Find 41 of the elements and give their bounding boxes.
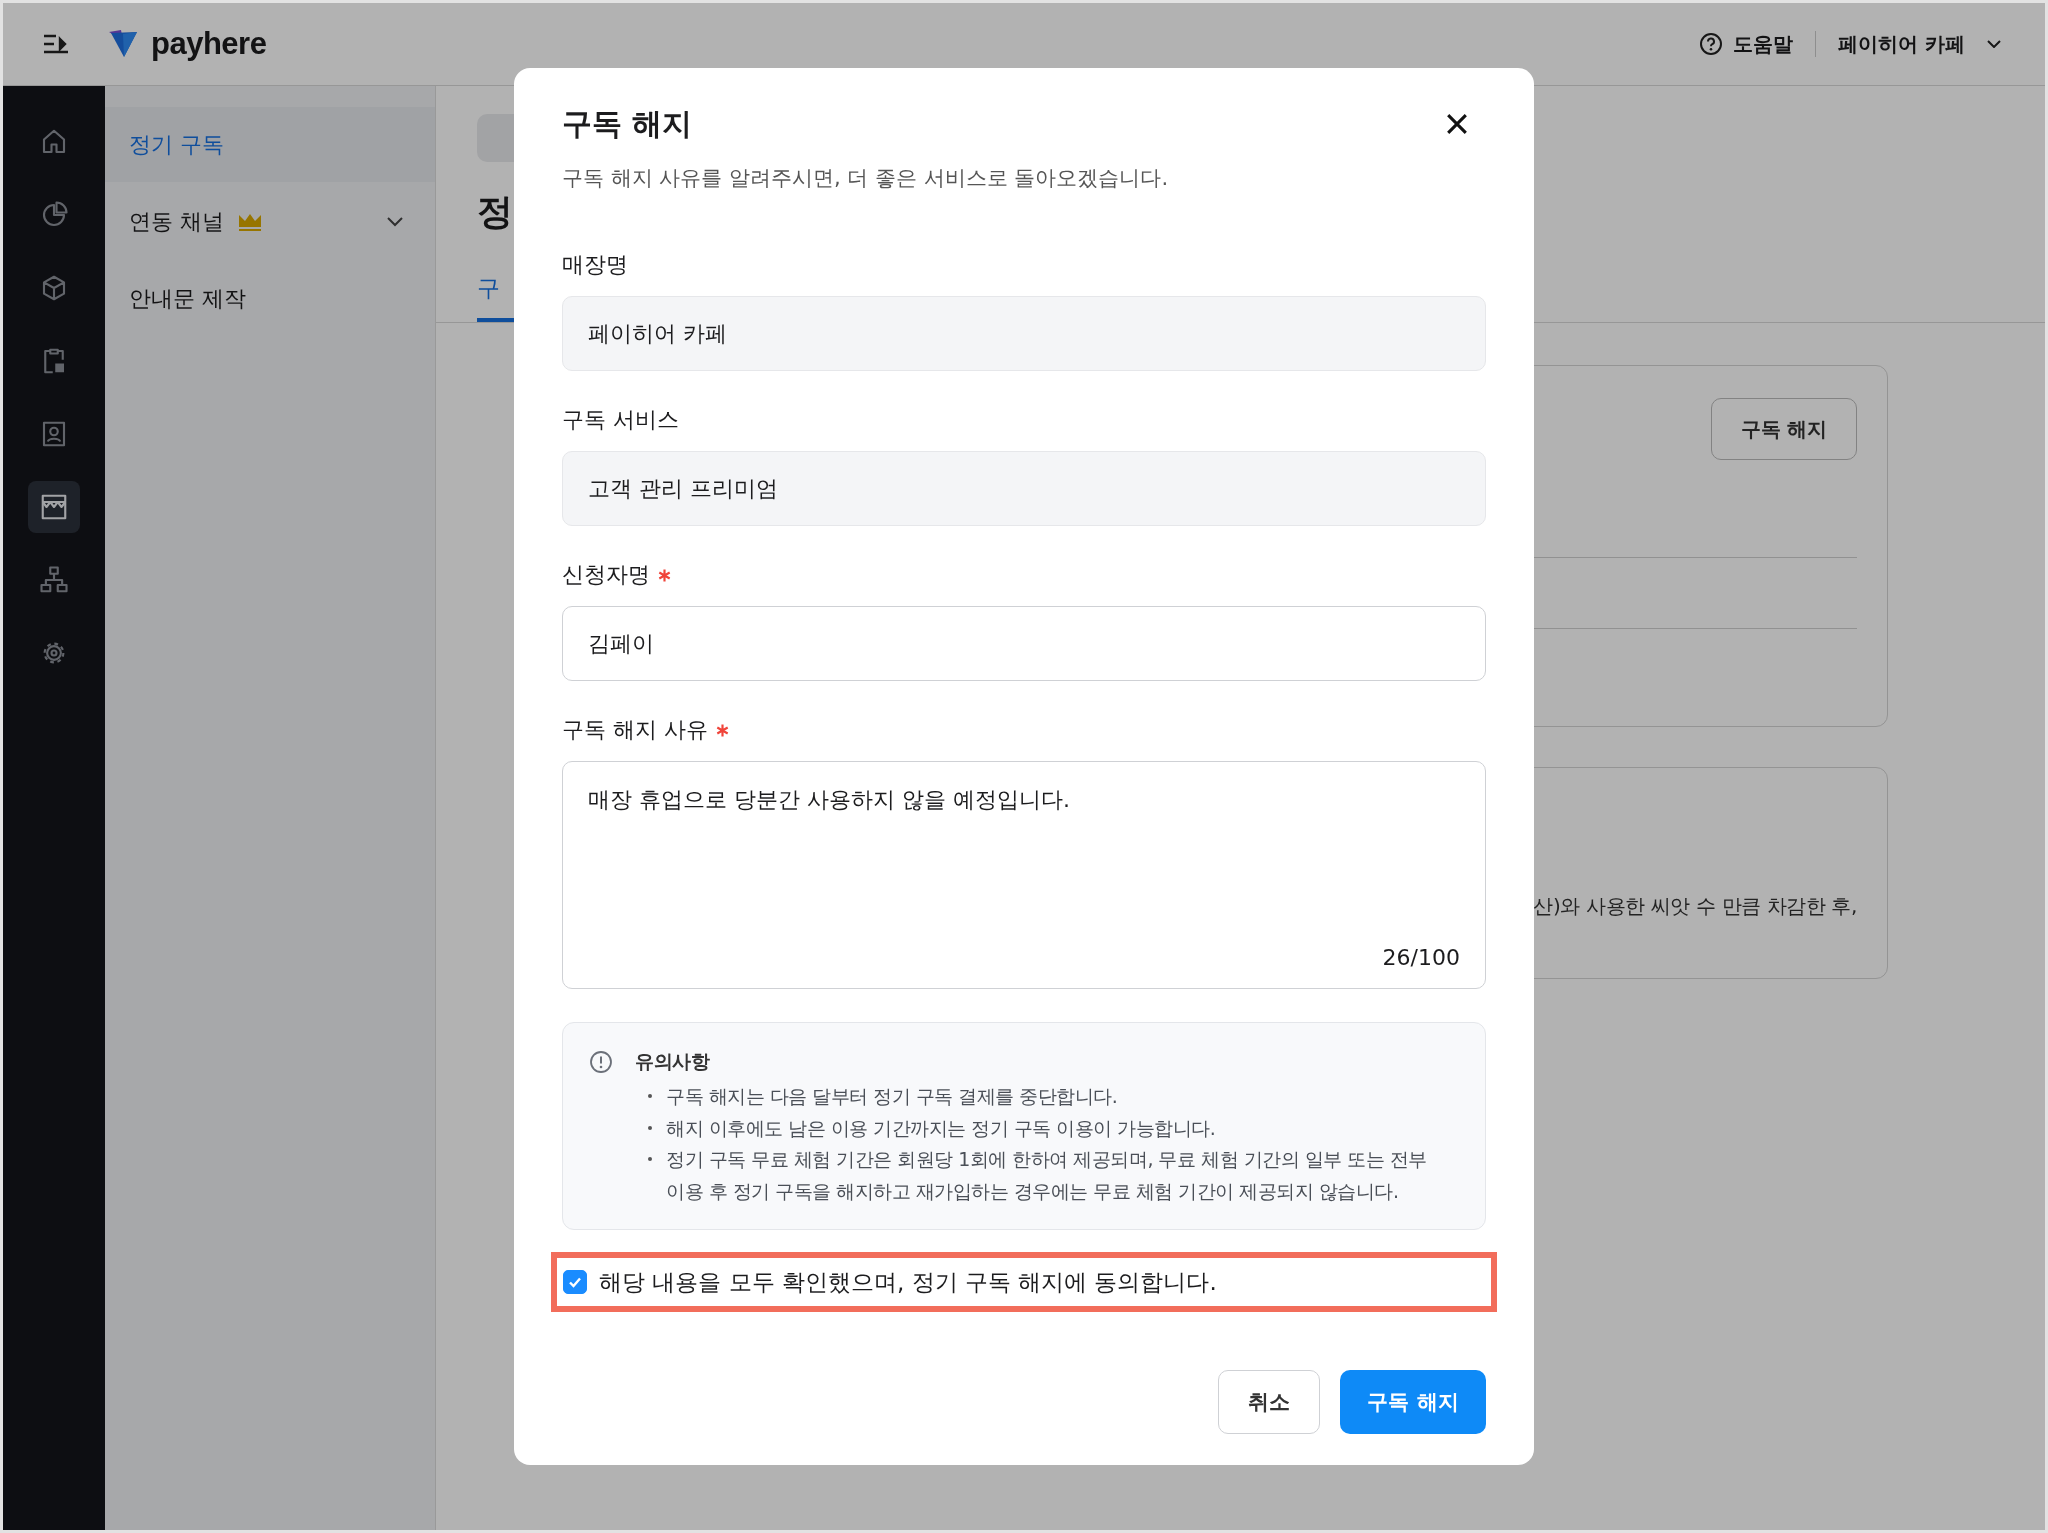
cancel-subscription-button[interactable]: 구독 해지 bbox=[1711, 398, 1857, 461]
menu-item[interactable]: 안내문 제작 bbox=[105, 261, 435, 336]
input-field[interactable]: 김페이 bbox=[562, 606, 1486, 681]
bullet-icon bbox=[648, 1157, 652, 1161]
field-label: 구독 서비스 bbox=[562, 406, 679, 434]
notice-item: 구독 해지는 다음 달부터 정기 구독 결제를 중단합니다. bbox=[666, 1084, 1118, 1109]
cancel-button[interactable]: 취소 bbox=[1218, 1370, 1320, 1434]
menu-label: 연동 채널 bbox=[129, 207, 224, 236]
logo-icon bbox=[109, 30, 139, 58]
dialog-title: 구독 해지 bbox=[562, 104, 693, 143]
agreement-label[interactable]: 해당 내용을 모두 확인했으며, 정기 구독 해지에 동의합니다. bbox=[599, 1266, 1217, 1298]
field-label: 신청자명 bbox=[562, 561, 650, 589]
textarea-value: 매장 휴업으로 당분간 사용하지 않을 예정입니다. bbox=[588, 786, 1071, 814]
chevron-down-icon bbox=[1987, 40, 2001, 48]
menu-item[interactable]: 연동 채널 bbox=[105, 184, 435, 259]
card-text: 산)와 사용한 씨앗 수 만큼 차감한 후, bbox=[1533, 893, 1857, 921]
character-counter: 26/100 bbox=[1382, 944, 1460, 972]
bullet-icon bbox=[648, 1094, 652, 1098]
menu-icon[interactable] bbox=[43, 34, 69, 54]
hierarchy-icon bbox=[39, 565, 69, 595]
notice-item: 정기 구독 무료 체험 기간은 회원당 1회에 한하여 제공되며, 무료 체험 기간의 일부 또는 전부 이용 후 정기 구독을 해지하고 재가입하는 경우에는 무료 체험 기간이 제공되지 않습니다. bbox=[666, 1147, 1428, 1204]
confirm-button[interactable]: 구독 해지 bbox=[1340, 1370, 1486, 1434]
notice-item: 해지 이후에도 남은 이용 기간까지는 정기 구독 이용이 가능합니다. bbox=[666, 1115, 1216, 1141]
brand-name: payhere bbox=[151, 26, 267, 62]
menu-label: 안내문 제작 bbox=[129, 284, 246, 313]
reason-textarea[interactable]: 매장 휴업으로 당분간 사용하지 않을 예정입니다. 26/100 bbox=[562, 761, 1486, 989]
rail-button[interactable] bbox=[28, 481, 80, 533]
info-icon bbox=[589, 1050, 613, 1074]
menu-label: 정기 구독 bbox=[129, 130, 224, 159]
close-icon[interactable] bbox=[1446, 113, 1468, 135]
page-title: 정 bbox=[477, 190, 514, 234]
storefront-icon bbox=[39, 492, 69, 522]
help-icon[interactable] bbox=[1699, 32, 1724, 56]
store-selector[interactable]: 페이히어 카페 bbox=[1838, 30, 2001, 58]
field-label: 매장명 bbox=[562, 251, 628, 279]
dialog-subtitle: 구독 해지 사유를 알려주시면, 더 좋은 서비스로 돌아오겠습니다. bbox=[562, 165, 1170, 192]
field-label: 구독 해지 사유 bbox=[562, 716, 708, 744]
checkbox[interactable] bbox=[563, 1270, 587, 1294]
notice-title: 유의사항 bbox=[635, 1049, 709, 1074]
bullet-icon bbox=[648, 1125, 652, 1130]
help-link[interactable]: 도움말 bbox=[1733, 30, 1794, 58]
